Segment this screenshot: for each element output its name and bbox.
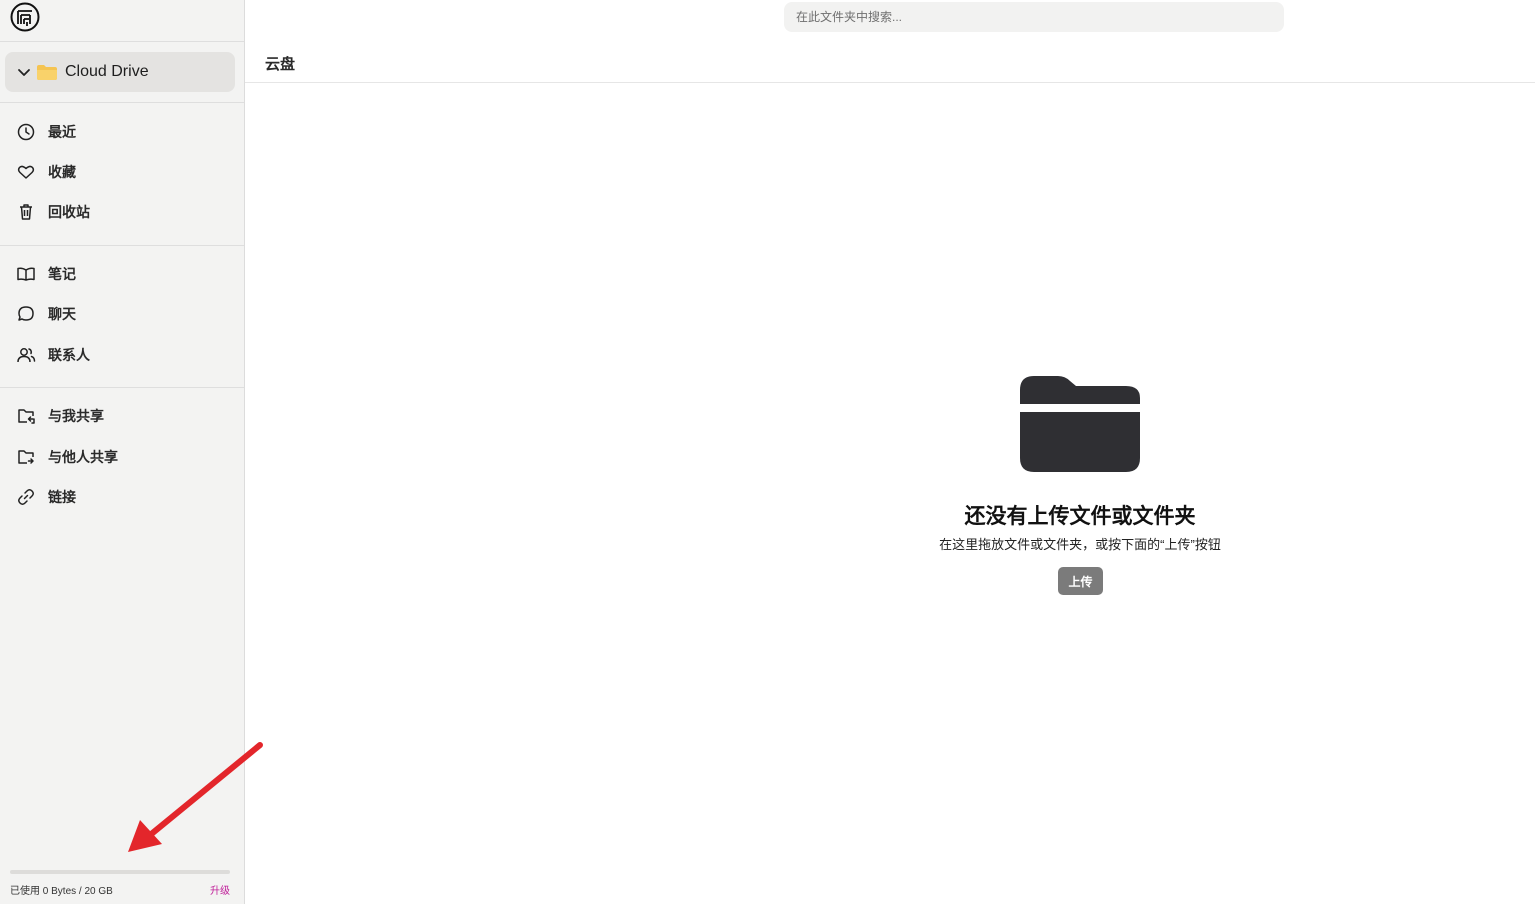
- cloud-drive-label: Cloud Drive: [65, 63, 149, 80]
- sidebar-item-trash[interactable]: 回收站: [8, 195, 236, 229]
- empty-state-title: 还没有上传文件或文件夹: [964, 505, 1196, 528]
- sidebar-item-notes[interactable]: 笔记: [8, 257, 236, 291]
- sidebar-item-label: 笔记: [48, 266, 76, 282]
- sidebar-item-contacts[interactable]: 联系人: [8, 338, 236, 372]
- cloud-drive-item[interactable]: Cloud Drive: [5, 52, 235, 92]
- sidebar-item-label: 收藏: [48, 164, 76, 180]
- folder-icon: [37, 65, 57, 80]
- shared-by-me-icon: [18, 450, 34, 464]
- sidebar-item-favorites[interactable]: 收藏: [8, 155, 236, 189]
- upgrade-link[interactable]: 升级: [210, 882, 230, 897]
- breadcrumb[interactable]: 云盘: [265, 53, 295, 74]
- sidebar-item-label: 最近: [48, 124, 76, 140]
- sidebar-divider: [0, 102, 244, 103]
- sidebar-item-shared-by-me[interactable]: 与他人共享: [8, 440, 236, 474]
- chevron-down-icon[interactable]: [17, 65, 31, 79]
- sidebar-item-label: 与我共享: [48, 408, 104, 424]
- sidebar-divider: [0, 245, 244, 246]
- sidebar-item-recent[interactable]: 最近: [8, 115, 236, 149]
- shared-with-me-icon: [18, 409, 35, 424]
- app-logo-icon[interactable]: [10, 2, 40, 32]
- clock-icon: [17, 123, 35, 141]
- chat-bubble-icon: [18, 306, 34, 321]
- link-icon: [18, 489, 34, 505]
- contacts-icon: [17, 348, 36, 363]
- upload-button[interactable]: 上传: [1058, 567, 1103, 595]
- storage-usage-bar: [10, 870, 230, 874]
- annotation-arrow-icon: [128, 742, 263, 852]
- trash-icon: [20, 204, 32, 220]
- sidebar-header: [0, 0, 244, 42]
- search-input[interactable]: [784, 2, 1284, 32]
- empty-state-subtitle: 在这里拖放文件或文件夹，或按下面的“上传”按钮: [939, 537, 1221, 552]
- sidebar-item-label: 聊天: [48, 306, 76, 322]
- storage-usage-text: 已使用 0 Bytes / 20 GB: [10, 886, 113, 897]
- heart-icon: [17, 165, 35, 179]
- sidebar-item-label: 联系人: [48, 347, 90, 363]
- sidebar-item-shared-with-me[interactable]: 与我共享: [8, 399, 236, 433]
- sidebar-item-label: 与他人共享: [48, 449, 118, 465]
- sidebar-item-chat[interactable]: 聊天: [8, 297, 236, 331]
- empty-folder-icon: [1020, 376, 1140, 472]
- sidebar-item-links[interactable]: 链接: [8, 480, 236, 514]
- sidebar-divider: [0, 387, 244, 388]
- sidebar-item-label: 回收站: [48, 204, 90, 220]
- header-divider: [245, 82, 1535, 83]
- sidebar-item-label: 链接: [48, 489, 76, 505]
- book-icon: [17, 267, 35, 281]
- app-window: Cloud Drive 最近 收藏 回收站 笔记 聊天 联系人 与我共享 与他人…: [0, 0, 1535, 904]
